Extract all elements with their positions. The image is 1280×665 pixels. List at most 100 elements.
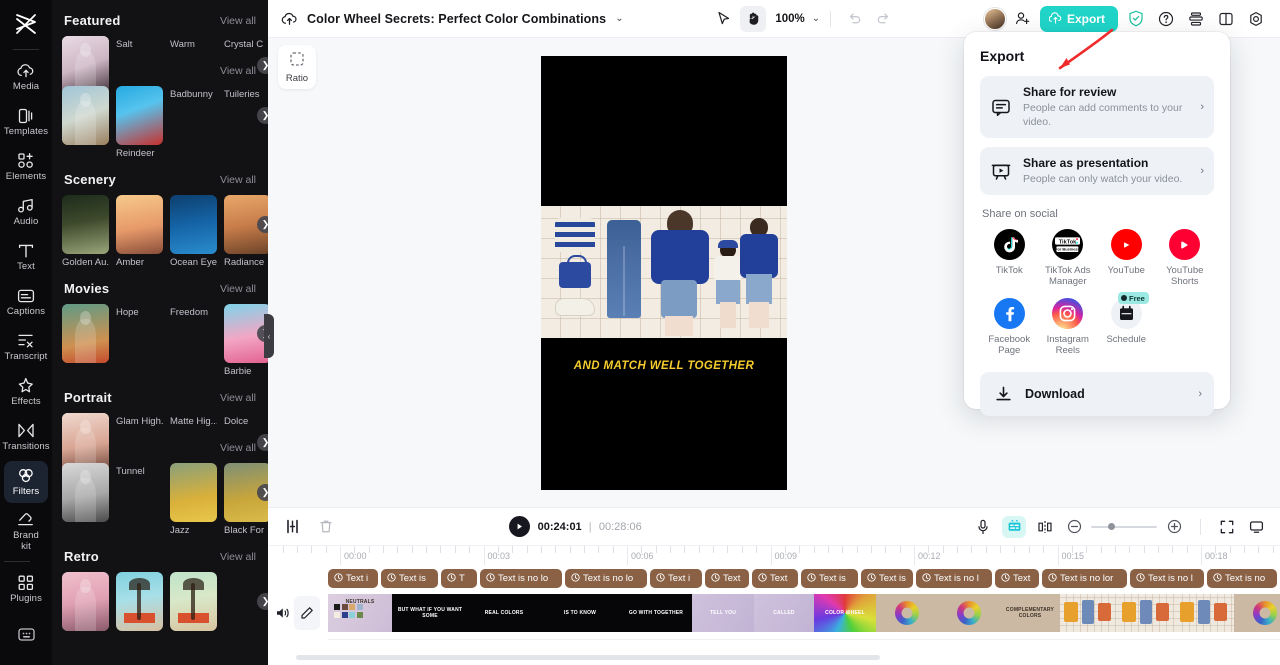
text-clip[interactable]: Text i bbox=[328, 569, 378, 588]
export-button[interactable]: Export bbox=[1039, 5, 1118, 32]
sidebar-item-captions[interactable]: Captions bbox=[4, 281, 48, 323]
text-clip[interactable]: T bbox=[441, 569, 477, 588]
sidebar-item-brand-kit[interactable]: Brand kit bbox=[4, 506, 48, 556]
filter-card[interactable]: Amber bbox=[116, 195, 163, 268]
video-preview[interactable]: AND MATCH WELL TOGETHER bbox=[541, 56, 787, 490]
filter-card[interactable] bbox=[116, 572, 163, 634]
fullscreen-icon[interactable] bbox=[1217, 517, 1237, 537]
scroll-right-arrow-icon[interactable]: ❯ bbox=[257, 434, 268, 451]
text-clip[interactable]: Text is no lor bbox=[1042, 569, 1127, 588]
text-clip[interactable]: Text is no l bbox=[916, 569, 992, 588]
auto-captions-icon[interactable] bbox=[1002, 515, 1026, 538]
scroll-right-arrow-icon[interactable]: ❯ bbox=[257, 107, 268, 124]
timeline-ruler[interactable]: 00:00 00:03 00:06 00:09 00:12 00:15 00:18 bbox=[268, 545, 1280, 565]
text-clip[interactable]: Text is no l bbox=[1130, 569, 1204, 588]
video-clip-thumbnail[interactable] bbox=[876, 594, 938, 632]
zoom-slider[interactable] bbox=[1064, 517, 1184, 537]
filter-card[interactable]: Warm bbox=[62, 36, 217, 95]
filter-card[interactable]: Crystal C bbox=[62, 36, 268, 95]
filter-card[interactable]: Reindeer bbox=[116, 86, 163, 159]
sidebar-item-text[interactable]: Text bbox=[4, 236, 48, 278]
filter-card[interactable]: Glam High... bbox=[62, 413, 163, 472]
sidebar-item-elements[interactable]: Elements bbox=[4, 146, 48, 188]
view-all-link[interactable]: View all bbox=[220, 283, 256, 295]
social-share-youtube[interactable]: YouTube bbox=[1097, 229, 1156, 287]
microphone-icon[interactable] bbox=[973, 517, 993, 537]
video-clip-thumbnail[interactable]: CALLED bbox=[754, 594, 814, 632]
text-clip[interactable]: Text is no bbox=[1207, 569, 1277, 588]
filter-card[interactable]: Freedom bbox=[62, 304, 217, 377]
video-clip-thumbnail[interactable]: COMPLEMENTARY COLORS bbox=[1000, 594, 1060, 632]
trash-delete-icon[interactable] bbox=[316, 517, 336, 537]
text-clip[interactable]: Text bbox=[705, 569, 749, 588]
filter-card[interactable]: Ocean Eyes bbox=[170, 195, 217, 268]
sidebar-item-templates[interactable]: Templates bbox=[4, 101, 48, 143]
avatar[interactable] bbox=[983, 7, 1006, 30]
video-clip-thumbnail[interactable] bbox=[1060, 594, 1118, 632]
sidebar-item-transcript[interactable]: Transcript bbox=[4, 326, 48, 368]
view-all-link[interactable]: View all bbox=[220, 65, 256, 77]
sidebar-item-media[interactable]: Media bbox=[4, 56, 48, 98]
video-clip-thumbnail[interactable] bbox=[1234, 594, 1280, 632]
help-question-icon[interactable] bbox=[1154, 7, 1178, 31]
zoom-chevron-down-icon[interactable]: ⌄ bbox=[812, 13, 820, 24]
video-clip-thumbnail[interactable]: NEUTRALS bbox=[328, 594, 392, 632]
scroll-right-arrow-icon[interactable]: ❯ bbox=[257, 593, 268, 610]
timeline-horizontal-scrollbar[interactable] bbox=[296, 655, 880, 660]
layers-stack-icon[interactable] bbox=[1184, 7, 1208, 31]
text-clip[interactable]: Text bbox=[995, 569, 1039, 588]
sidebar-item-transitions[interactable]: Transitions bbox=[2, 416, 50, 458]
social-share-instagram-reels[interactable]: Instagram Reels bbox=[1039, 298, 1098, 356]
filter-card[interactable]: Tunnel bbox=[62, 463, 163, 536]
download-row[interactable]: Download › bbox=[980, 372, 1214, 416]
view-all-link[interactable]: View all bbox=[220, 551, 256, 563]
filter-card[interactable] bbox=[170, 572, 217, 634]
text-clip[interactable]: Text i bbox=[650, 569, 702, 588]
sidebar-item-audio[interactable]: Audio bbox=[4, 191, 48, 233]
filter-card[interactable]: Dolce bbox=[62, 413, 268, 472]
redo-button[interactable] bbox=[870, 6, 896, 32]
share-for-review-row[interactable]: Share for review People can add comments… bbox=[980, 76, 1214, 138]
social-share-schedule[interactable]: Free Schedule bbox=[1097, 292, 1156, 356]
video-clip-thumbnail[interactable] bbox=[1176, 594, 1234, 632]
text-clip[interactable]: Text is no lo bbox=[480, 569, 562, 588]
view-all-link[interactable]: View all bbox=[220, 174, 256, 186]
audio-speaker-icon[interactable] bbox=[272, 603, 292, 623]
video-clip-thumbnail[interactable] bbox=[938, 594, 1000, 632]
zoom-out-icon[interactable] bbox=[1064, 517, 1084, 537]
pencil-edit-icon[interactable] bbox=[294, 596, 320, 630]
filter-card[interactable]: Golden Au... bbox=[62, 195, 109, 268]
ratio-button[interactable]: Ratio bbox=[278, 45, 316, 89]
social-share-tiktok[interactable]: TikTok bbox=[980, 229, 1039, 287]
video-clip-thumbnail[interactable]: GO WITH TOGETHER bbox=[620, 594, 692, 632]
hand-pan-button[interactable] bbox=[740, 5, 767, 32]
sidebar-item-filters[interactable]: Filters bbox=[4, 461, 48, 503]
filter-card[interactable]: Salt bbox=[62, 36, 163, 95]
undo-button[interactable] bbox=[841, 6, 867, 32]
filter-card[interactable]: Matte Hig... bbox=[62, 413, 217, 472]
social-share-tiktok-ads-manager[interactable]: TikTok For Business TikTok Ads Manager bbox=[1039, 229, 1098, 287]
scroll-right-arrow-icon[interactable]: ❯ bbox=[257, 57, 268, 74]
video-clip-thumbnail[interactable]: COLOR WHEEL bbox=[814, 594, 876, 632]
present-screen-icon[interactable] bbox=[1246, 517, 1266, 537]
settings-gear-icon[interactable] bbox=[1244, 7, 1268, 31]
view-all-link[interactable]: View all bbox=[220, 392, 256, 404]
scroll-right-arrow-icon[interactable]: ❯ bbox=[257, 216, 268, 233]
video-clip-thumbnail[interactable]: BUT WHAT IF YOU WANT SOME bbox=[392, 594, 468, 632]
clip-edit-icon[interactable] bbox=[1035, 517, 1055, 537]
video-clip-thumbnail[interactable]: IS TO KNOW bbox=[540, 594, 620, 632]
sidebar-item-plugins[interactable]: Plugins bbox=[4, 568, 48, 610]
layout-split-icon[interactable] bbox=[1214, 7, 1238, 31]
filter-card[interactable]: Jazz bbox=[170, 463, 217, 536]
capcut-logo-icon[interactable] bbox=[9, 8, 43, 40]
text-clip[interactable]: Text is bbox=[861, 569, 913, 588]
zoom-level-value[interactable]: 100% bbox=[775, 13, 804, 25]
zoom-in-icon[interactable] bbox=[1164, 517, 1184, 537]
chevron-down-icon[interactable]: ⌄ bbox=[615, 13, 623, 24]
text-clip[interactable]: Text is no lo bbox=[565, 569, 647, 588]
select-cursor-button[interactable] bbox=[711, 6, 737, 32]
filter-card[interactable]: Hope bbox=[62, 304, 163, 377]
text-clip[interactable]: Text is bbox=[381, 569, 438, 588]
scroll-right-arrow-icon[interactable]: ❯ bbox=[257, 484, 268, 501]
social-share-facebook-page[interactable]: Facebook Page bbox=[980, 298, 1039, 356]
